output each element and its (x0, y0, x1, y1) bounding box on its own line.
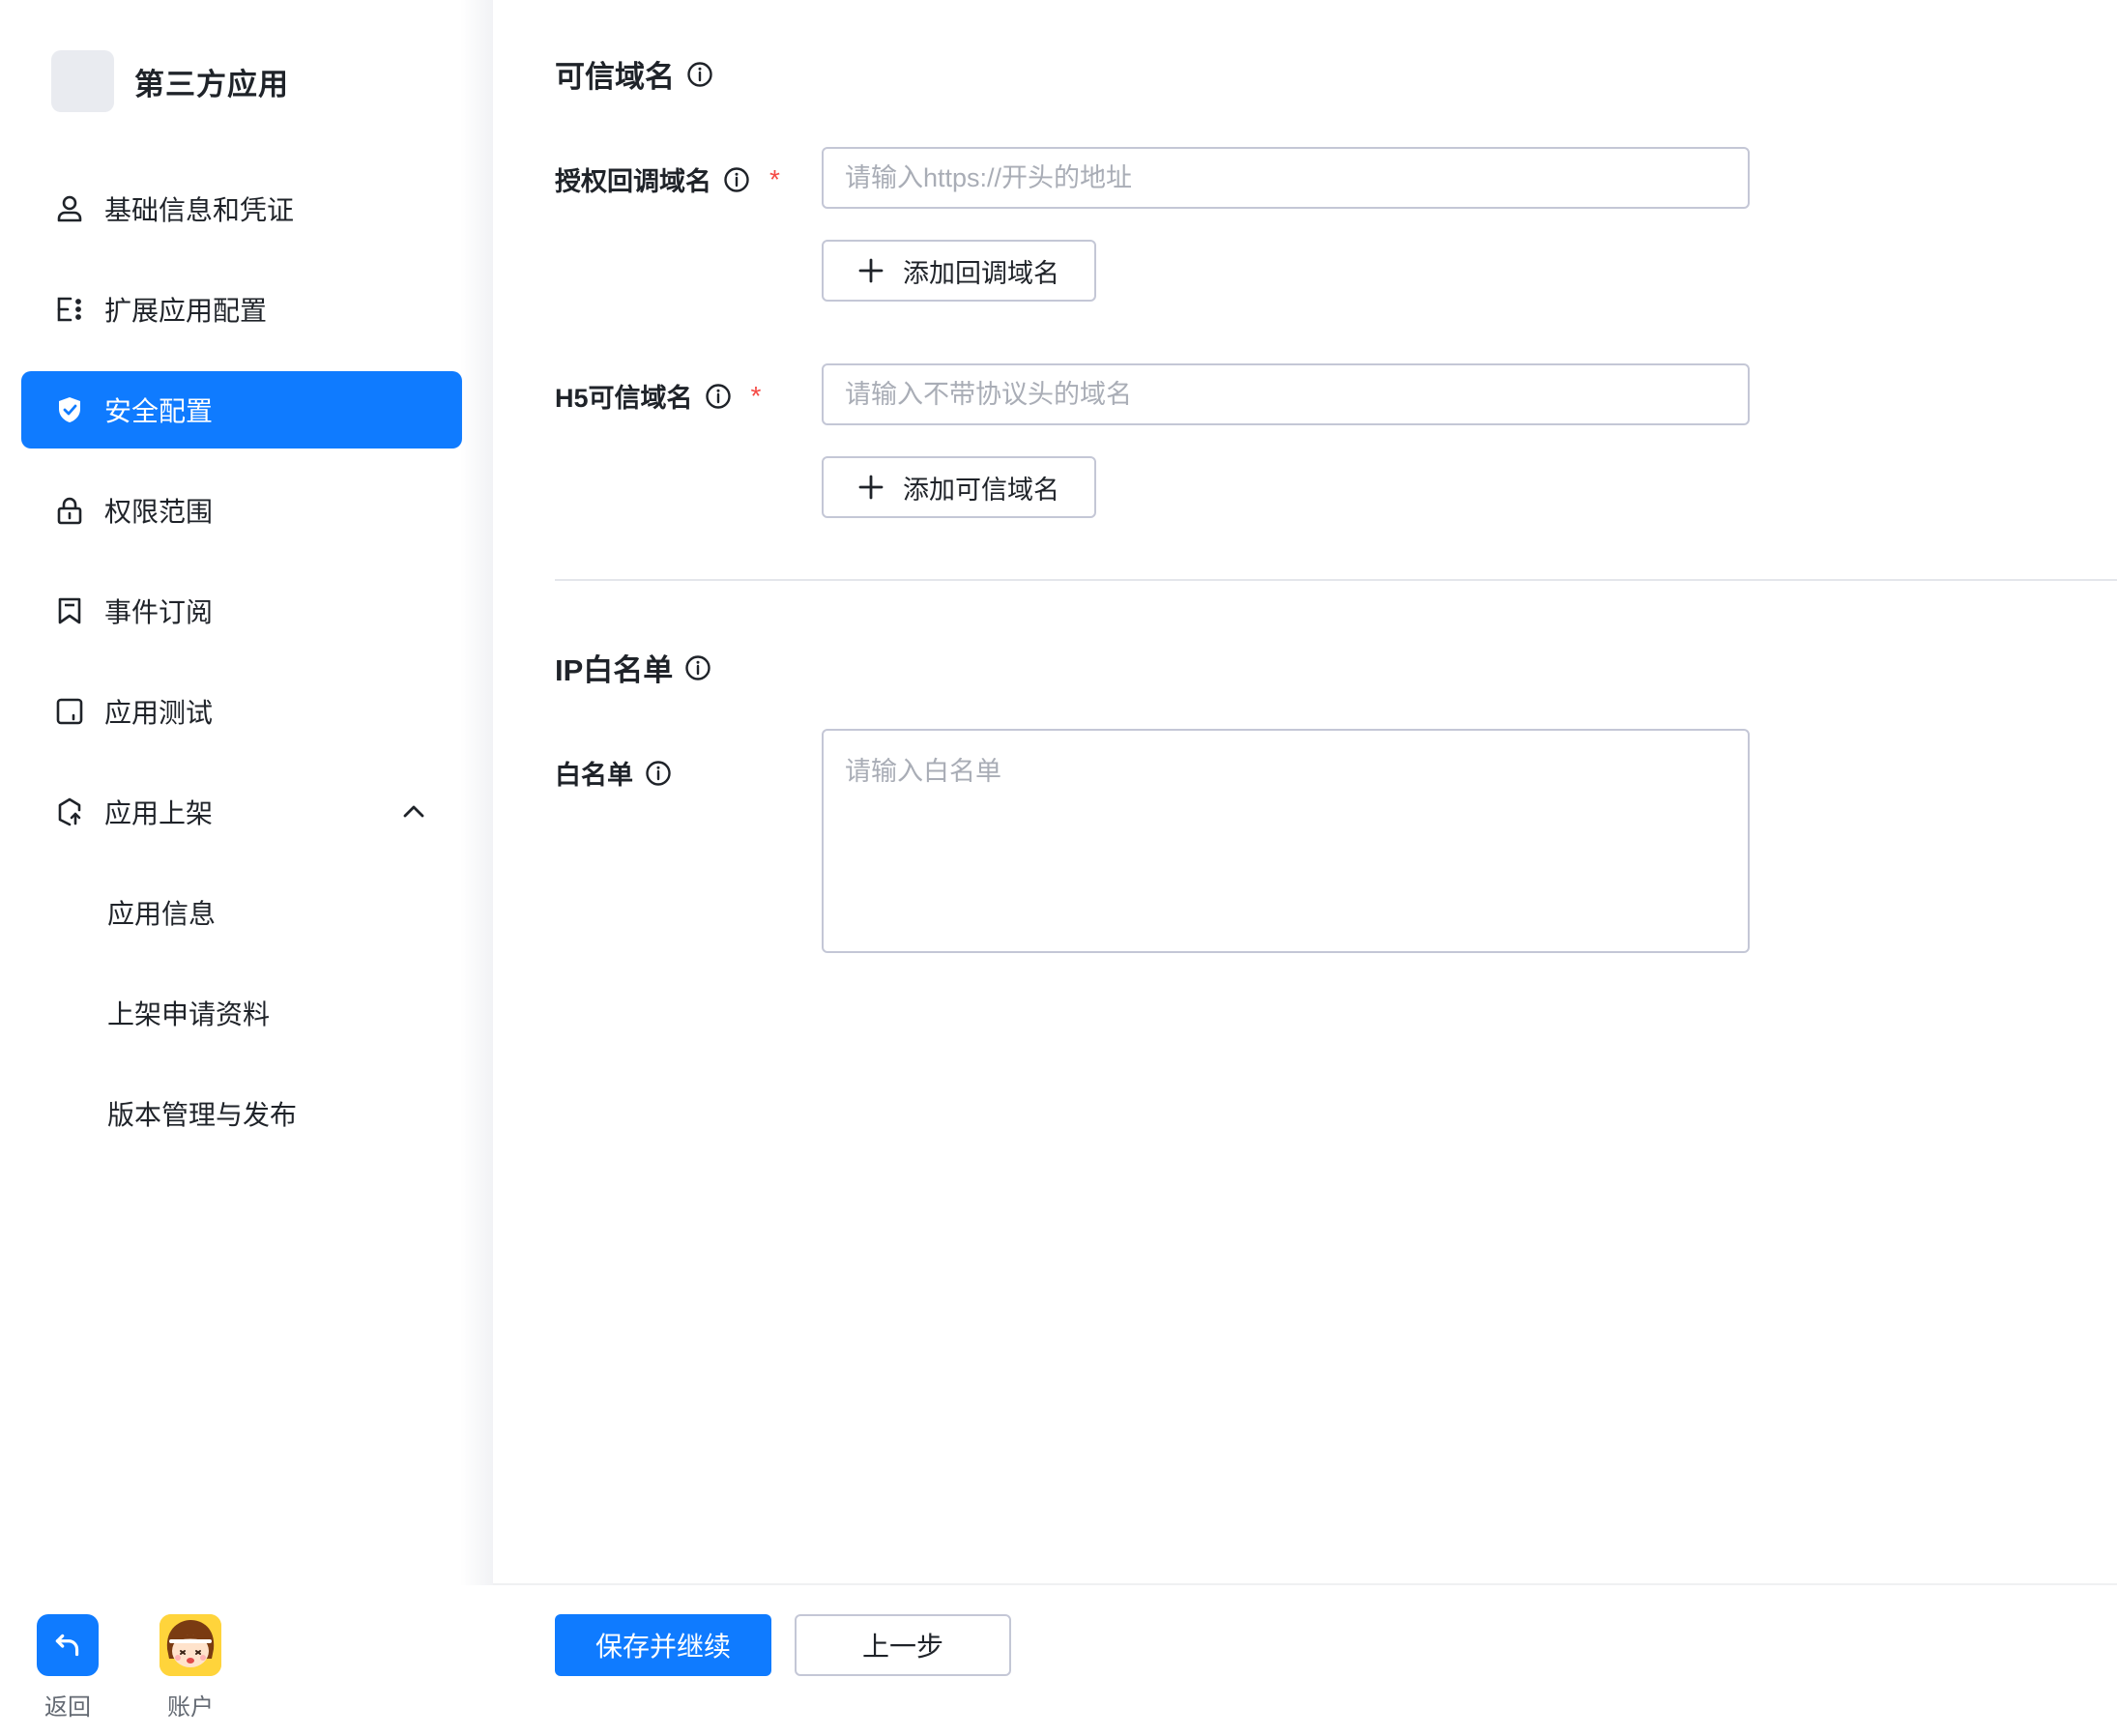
user-icon (54, 193, 85, 224)
sidebar-item-label: 应用上架 (104, 798, 214, 828)
back-label: 返回 (44, 1694, 91, 1721)
section-divider (555, 579, 2117, 581)
app-header: 第三方应用 (51, 50, 289, 112)
plus-icon (858, 258, 884, 283)
h5-domain-input[interactable] (822, 363, 1750, 425)
section-title-ip-whitelist: IP白名单 (555, 646, 711, 689)
test-window-icon (54, 696, 85, 727)
callback-domain-input[interactable] (822, 147, 1750, 209)
app-name: 第三方应用 (134, 67, 289, 101)
add-callback-domain-label: 添加回调域名 (903, 258, 1059, 288)
account-label: 账户 (167, 1694, 214, 1721)
avatar (160, 1614, 221, 1676)
info-icon[interactable] (723, 166, 750, 193)
extension-config-icon (54, 294, 85, 325)
previous-step-button[interactable]: 上一步 (795, 1614, 1011, 1676)
sidebar-item-events[interactable]: 事件订阅 (21, 572, 462, 650)
lock-icon (54, 495, 85, 526)
previous-step-label: 上一步 (861, 1632, 943, 1662)
sidebar-subitem-app-info[interactable]: 应用信息 (21, 874, 462, 951)
required-mark: * (769, 163, 780, 194)
publish-icon (54, 796, 85, 827)
back-arrow-icon (37, 1614, 99, 1676)
sidebar-item-permissions[interactable]: 权限范围 (21, 472, 462, 549)
sidebar-item-label: 扩展应用配置 (104, 296, 268, 326)
plus-icon (858, 475, 884, 500)
save-continue-label: 保存并继续 (594, 1632, 731, 1662)
whitelist-label: 白名单 (555, 754, 672, 792)
chevron-up-icon[interactable] (398, 796, 429, 827)
sidebar-item-app-test[interactable]: 应用测试 (21, 673, 462, 750)
sidebar-item-basic-info[interactable]: 基础信息和凭证 (21, 170, 462, 247)
add-callback-domain-button[interactable]: 添加回调域名 (822, 240, 1096, 302)
required-mark: * (750, 380, 762, 411)
sidebar-item-label: 安全配置 (104, 396, 214, 426)
sidebar-subitem-label: 上架申请资料 (107, 999, 271, 1029)
section-title-trusted-domains: 可信域名 (555, 52, 713, 96)
main-content: 可信域名 授权回调域名 * 请输入https://开头的地址 添加回调域名 H5… (493, 0, 2117, 1585)
account-button[interactable]: 账户 (147, 1614, 234, 1722)
sidebar-item-label: 应用测试 (104, 698, 214, 728)
shield-icon (54, 394, 85, 425)
sidebar-item-label: 事件订阅 (104, 597, 214, 627)
back-button[interactable]: 返回 (24, 1614, 111, 1722)
sidebar-item-extension-config[interactable]: 扩展应用配置 (21, 271, 462, 348)
sidebar-subitem-publish-materials[interactable]: 上架申请资料 (21, 974, 462, 1052)
sidebar: 第三方应用 基础信息和凭证 扩展应用配置 安全配置 权限范围 事件订阅 应用测试… (0, 0, 493, 1736)
sidebar-item-security[interactable]: 安全配置 (21, 371, 462, 448)
sidebar-item-label: 权限范围 (104, 497, 214, 527)
sidebar-item-publish[interactable]: 应用上架 (21, 773, 462, 851)
info-icon[interactable] (684, 654, 711, 681)
add-trusted-domain-label: 添加可信域名 (903, 475, 1059, 505)
sidebar-nav: 基础信息和凭证 扩展应用配置 安全配置 权限范围 事件订阅 应用测试 应用上架 … (21, 170, 462, 1175)
info-icon[interactable] (686, 61, 713, 88)
callback-domain-label: 授权回调域名 * (555, 163, 780, 197)
sidebar-item-label: 基础信息和凭证 (104, 195, 295, 225)
app-root: 第三方应用 基础信息和凭证 扩展应用配置 安全配置 权限范围 事件订阅 应用测试… (0, 0, 2117, 1736)
add-trusted-domain-button[interactable]: 添加可信域名 (822, 456, 1096, 518)
info-icon[interactable] (705, 383, 732, 410)
bookmark-icon (54, 595, 85, 626)
h5-domain-label: H5可信域名 * (555, 380, 762, 414)
save-continue-button[interactable]: 保存并继续 (555, 1614, 771, 1676)
app-logo (51, 50, 114, 112)
whitelist-textarea[interactable] (822, 729, 1750, 953)
sidebar-footer: 返回 账户 (0, 1605, 493, 1736)
sidebar-subitem-version-management[interactable]: 版本管理与发布 (21, 1075, 462, 1152)
sidebar-subitem-label: 版本管理与发布 (107, 1100, 298, 1130)
info-icon[interactable] (645, 760, 672, 787)
action-bar: 保存并继续 上一步 (493, 1583, 2117, 1736)
sidebar-subitem-label: 应用信息 (107, 899, 217, 929)
